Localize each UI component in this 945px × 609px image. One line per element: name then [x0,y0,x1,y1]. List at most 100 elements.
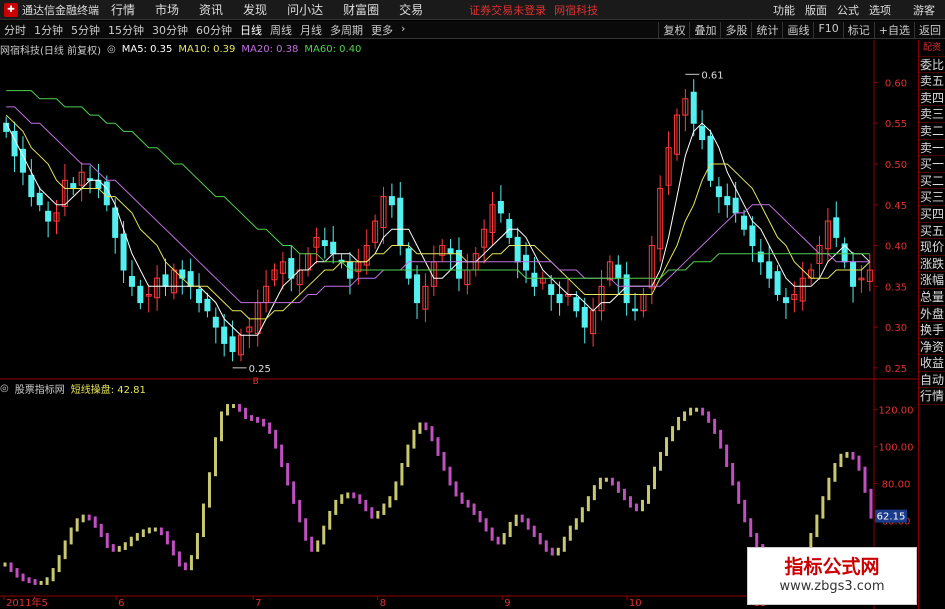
indicator-bar [27,577,31,584]
indicator-bar [574,518,578,530]
indicator-bar [346,492,350,499]
candle-down [749,225,756,247]
candle-down [699,125,706,141]
candle-down [724,196,731,206]
ma60-line [6,90,870,279]
sidebar-item-margin[interactable]: 配资 [919,40,945,57]
settings-gear-icon[interactable]: ◎ [107,44,116,55]
indicator-bar [51,568,55,582]
indicator-bar [292,481,296,504]
indicator-bar [436,437,440,456]
indicator-bar [689,407,693,416]
sidebar-item-6[interactable]: 买一 [919,156,945,173]
indicator-bar [695,407,699,412]
indicator-bar [400,463,404,486]
candle-down [212,316,219,328]
low-price-label: 0.25 [249,364,271,375]
indicator-current-value: 62.15 [877,512,906,523]
sidebar-item-11[interactable]: 现价 [919,239,945,256]
price-tick-label: 0.35 [885,282,907,293]
candle-down [548,284,555,295]
indicator-bar [141,529,145,538]
indicator-bar [376,510,380,519]
candle-down [162,274,169,287]
indicator-bar [322,525,326,545]
indicator-bar [466,499,470,508]
indicator-bar [598,477,602,490]
sidebar-item-4[interactable]: 卖二 [919,123,945,140]
sidebar-item-7[interactable]: 买二 [919,173,945,190]
sidebar-item-18[interactable]: 收益 [919,355,945,372]
indicator-gear-icon[interactable]: ◎ [0,383,9,394]
indicator-bar [562,536,566,552]
candle-down [196,289,203,304]
candle-down [321,240,328,247]
indicator-bar [147,527,151,534]
indicator-bar [93,516,97,528]
sidebar-item-0[interactable]: 委比 [919,57,945,74]
sidebar-item-19[interactable]: 自动 [919,372,945,389]
indicator-bar [442,451,446,471]
ma5-label: MA5: 0.35 [121,43,173,55]
sidebar-item-16[interactable]: 换手 [919,322,945,339]
indicator-bar [238,404,242,412]
time-tick-label: 7 [255,598,261,609]
sub-chart-title: 股票指标网 [14,384,65,396]
indicator-bar [490,527,494,541]
indicator-bar [111,544,115,552]
indicator-bar [460,492,464,504]
kline-chart[interactable]: 0.60 0.55 0.50 0.45 0.40 0.35 0.30 0.25 120.00 10… [0,0,945,609]
quote-sidebar: 配资 委比 卖五 卖四 卖三 卖二 卖一 买一 买二 买三 买四 买五 现价 涨跌 涨幅 总量 外盘 换手 净资收… [918,40,945,609]
candle-down [229,336,236,353]
indicator-bar [153,527,157,532]
indicator-bar [815,514,819,538]
sidebar-item-5[interactable]: 卖一 [919,140,945,157]
indicator-bar [640,499,644,512]
indicator-bar [502,533,506,545]
indicator-bar [677,416,681,431]
sidebar-item-17[interactable]: 净资 [919,339,945,356]
indicator-bar [57,555,61,573]
indicator-bar [610,477,614,486]
indicator-bar [220,411,224,442]
sidebar-item-9[interactable]: 买四 [919,206,945,223]
sidebar-item-15[interactable]: 外盘 [919,306,945,323]
sidebar-item-8[interactable]: 买三 [919,189,945,206]
indicator-bar [526,518,530,530]
sidebar-item-2[interactable]: 卖四 [919,90,945,107]
indicator-bar [839,453,843,468]
candle-down [573,297,580,312]
candle-down [833,217,840,238]
indicator-bar [580,507,584,523]
indicator-bar [472,503,476,515]
sidebar-item-1[interactable]: 卖五 [919,73,945,90]
candle-down [330,241,337,255]
price-tick-label: 0.60 [885,78,907,89]
indicator-bar [63,540,67,560]
time-tick-label: 8 [380,598,386,609]
sidebar-item-12[interactable]: 涨跌 [919,256,945,273]
ma60-label: MA60: 0.40 [304,43,362,55]
candle-down [766,261,773,279]
candle-down [741,215,748,230]
indicator-bar [424,422,428,431]
sidebar-item-14[interactable]: 总量 [919,289,945,306]
indicator-bar [737,481,741,504]
sidebar-item-3[interactable]: 卖三 [919,106,945,123]
price-tick-label: 0.30 [885,323,907,334]
sidebar-item-13[interactable]: 涨幅 [919,272,945,289]
ma20-line [6,106,870,304]
indicator-bar [833,463,837,482]
indicator-bar [3,562,7,567]
sidebar-item-20[interactable]: 行情 [919,388,945,406]
indicator-bar [207,472,211,508]
indicator-bar [851,451,855,460]
indicator-bar [81,514,85,523]
indicator-bar [869,488,873,519]
sidebar-item-10[interactable]: 买五 [919,223,945,240]
indicator-bar [755,533,759,549]
high-price-label: 0.61 [701,70,723,81]
indicator-bar [171,540,175,556]
indicator-bar [652,466,656,490]
indicator-bar [863,466,867,493]
